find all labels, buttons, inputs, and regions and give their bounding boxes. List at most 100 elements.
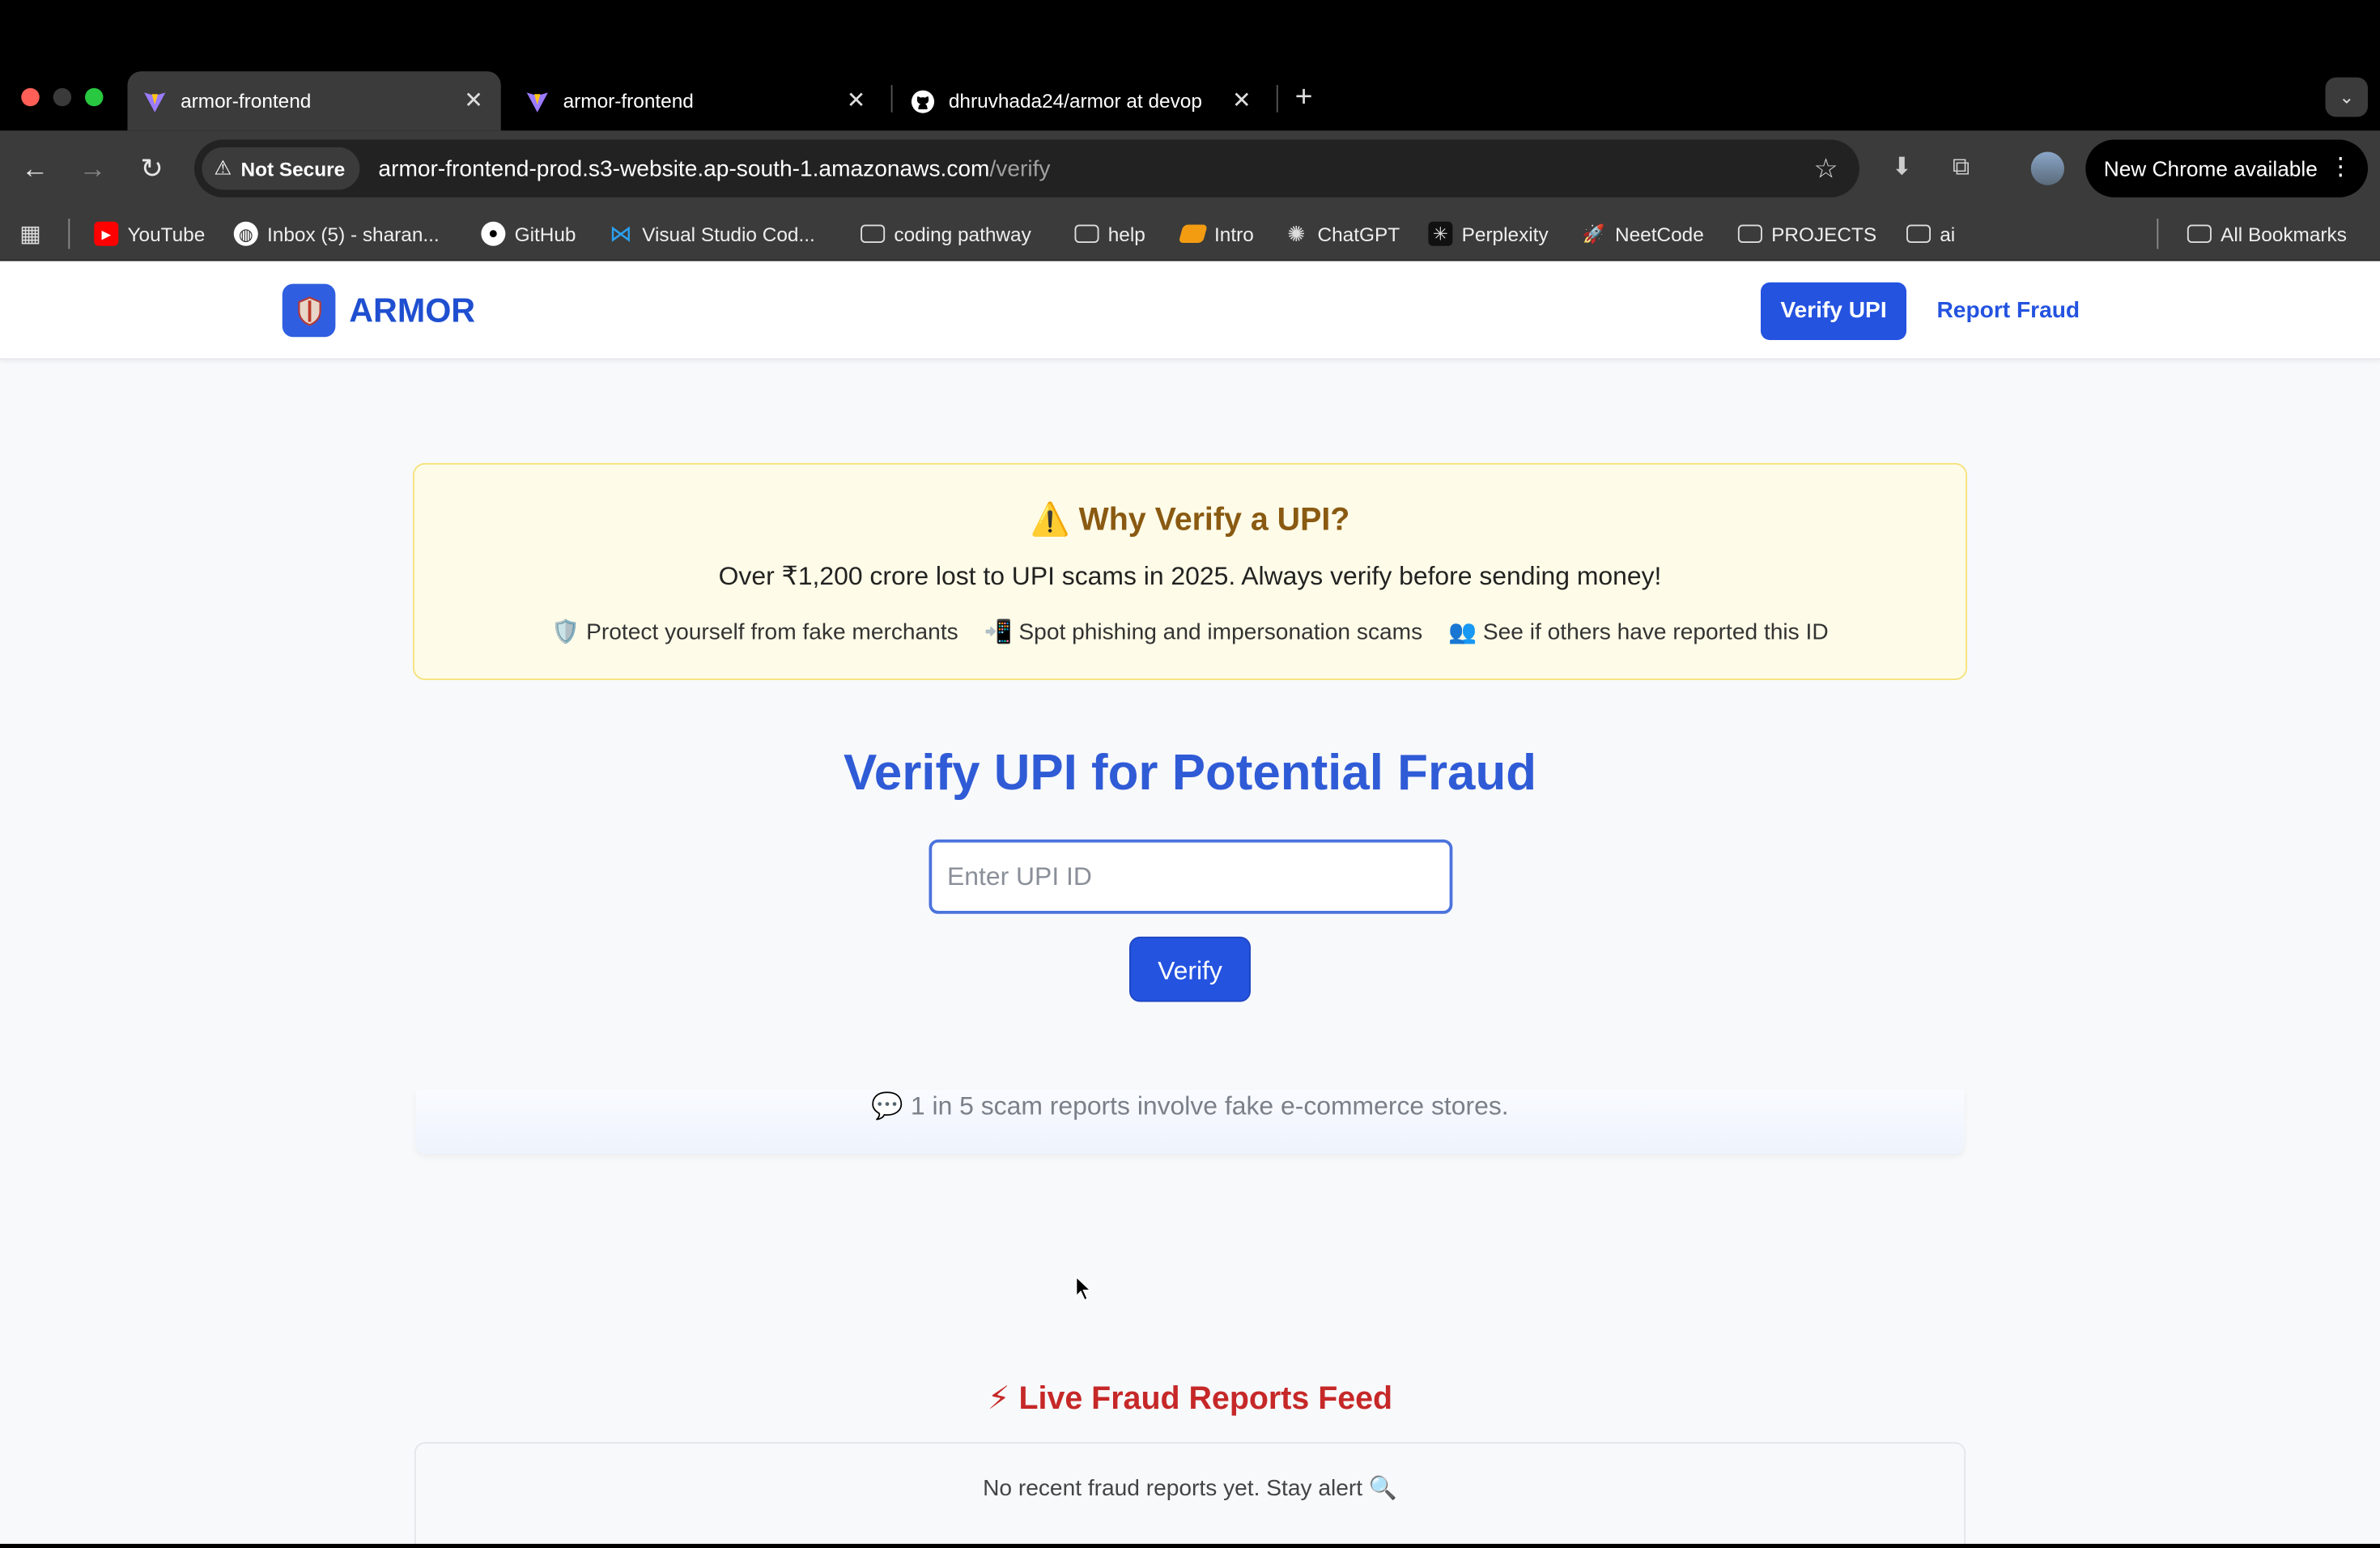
scam-fact-banner: 💬 1 in 5 scam reports involve fake e-com… xyxy=(415,1090,1965,1154)
verify-button[interactable]: Verify xyxy=(1129,936,1251,1002)
site-navbar: ARMOR Verify UPI Report Fraud xyxy=(0,261,2380,360)
tab-github-armor[interactable]: dhruvhada24/armor at devop ✕ xyxy=(895,71,1269,130)
github-icon xyxy=(911,89,935,113)
vite-logo-icon xyxy=(526,91,548,112)
tab-divider xyxy=(890,85,893,113)
browser-toolbar: ← → ↻ ⚠ Not Secure armor-frontend-prod.s… xyxy=(0,130,2380,206)
bookmark-label: Perplexity xyxy=(1461,222,1549,245)
url-text[interactable]: armor-frontend-prod.s3-website.ap-south-… xyxy=(378,155,1050,181)
bookmark-divider xyxy=(68,219,70,249)
bookmark-vscode[interactable]: ⋈ Visual Studio Cod... xyxy=(609,219,815,249)
rocket-icon: 🚀 xyxy=(1582,223,1605,245)
update-label: New Chrome available xyxy=(2103,156,2318,181)
tab-search-chevron-icon[interactable]: ⌄ xyxy=(2325,77,2368,117)
not-secure-chip[interactable]: ⚠ Not Secure xyxy=(202,147,360,190)
bookmark-label: Visual Studio Cod... xyxy=(642,222,815,245)
live-feed-panel: No recent fraud reports yet. Stay alert … xyxy=(414,1442,1966,1548)
benefit-points: 🛡️ Protect yourself from fake merchants … xyxy=(414,618,1966,645)
shield-logo-icon[interactable] xyxy=(282,283,336,338)
kebab-menu-icon[interactable]: ⋮ xyxy=(2328,153,2352,184)
close-window-button[interactable] xyxy=(21,87,40,107)
tab-armor-frontend-active[interactable]: armor-frontend ✕ xyxy=(127,71,501,131)
forward-arrow-icon[interactable]: → xyxy=(76,152,109,185)
bookmark-neetcode[interactable]: 🚀 NeetCode xyxy=(1582,219,1704,249)
back-arrow-icon[interactable]: ← xyxy=(19,152,52,185)
bookmark-inbox[interactable]: ◍ Inbox (5) - sharan... xyxy=(233,219,440,249)
tab-armor-frontend[interactable]: armor-frontend ✕ xyxy=(510,71,883,130)
why-verify-title: ⚠️ Why Verify a UPI? xyxy=(1030,502,1350,538)
vscode-icon: ⋈ xyxy=(609,221,632,248)
maximize-window-button[interactable] xyxy=(85,87,104,107)
bookmark-github[interactable]: ● GitHub xyxy=(481,219,576,249)
bookmark-intro[interactable]: Intro xyxy=(1178,219,1254,249)
vite-logo-icon xyxy=(144,91,166,112)
nav-verify-upi-button[interactable]: Verify UPI xyxy=(1761,282,1906,340)
profile-avatar[interactable] xyxy=(2030,151,2064,185)
tab-strip: armor-frontend ✕ armor-frontend ✕ dhruvh… xyxy=(0,0,2380,131)
live-feed-title: ⚡ Live Fraud Reports Feed xyxy=(987,1381,1393,1417)
bookmark-coding-pathway[interactable]: coding pathway xyxy=(861,219,1031,249)
web-page: ARMOR Verify UPI Report Fraud ⚠️ Why Ver… xyxy=(0,261,2380,1548)
bookmark-perplexity[interactable]: ✳ Perplexity xyxy=(1428,219,1549,249)
bookmark-label: ChatGPT xyxy=(1317,222,1400,245)
bookmark-star-icon[interactable]: ☆ xyxy=(1813,153,1838,184)
folder-icon xyxy=(1737,224,1762,243)
close-tab-icon[interactable]: ✕ xyxy=(844,88,869,113)
bookmark-label: ai xyxy=(1940,222,1956,245)
bookmark-ai[interactable]: ai xyxy=(1906,219,1955,249)
tab-title: dhruvhada24/armor at devop xyxy=(948,89,1202,113)
window-bottom-edge xyxy=(0,1543,2380,1548)
new-tab-plus-icon[interactable]: + xyxy=(1289,82,1320,113)
bookmark-icon xyxy=(1178,224,1208,243)
bookmark-youtube[interactable]: ▶ YouTube xyxy=(94,219,205,249)
bookmark-label: Inbox (5) - sharan... xyxy=(267,222,440,245)
brand-name[interactable]: ARMOR xyxy=(349,291,475,331)
close-tab-icon[interactable]: ✕ xyxy=(1230,88,1254,113)
bookmark-label: YouTube xyxy=(127,222,206,245)
address-bar[interactable]: ⚠ Not Secure armor-frontend-prod.s3-webs… xyxy=(194,139,1859,198)
feed-empty-message: No recent fraud reports yet. Stay alert … xyxy=(983,1475,1397,1502)
url-path: /verify xyxy=(989,155,1051,182)
download-icon[interactable]: ⬇ xyxy=(1885,152,1919,185)
bookmark-chatgpt[interactable]: ✺ ChatGPT xyxy=(1284,219,1400,249)
bookmark-help[interactable]: help xyxy=(1074,219,1145,249)
tab-divider xyxy=(1276,85,1278,113)
reload-icon[interactable]: ↻ xyxy=(135,152,168,185)
folder-icon xyxy=(861,224,886,243)
tab-title: armor-frontend xyxy=(563,89,694,113)
close-tab-icon[interactable]: ✕ xyxy=(461,88,486,113)
bookmark-label: GitHub xyxy=(514,222,576,245)
bookmark-label: NeetCode xyxy=(1615,222,1704,245)
shield-icon xyxy=(297,296,321,325)
extensions-puzzle-icon[interactable]: ⧉ xyxy=(1944,152,1978,185)
nav-report-fraud-link[interactable]: Report Fraud xyxy=(1937,298,2080,324)
tab-title: armor-frontend xyxy=(181,89,312,113)
why-verify-card: ⚠️ Why Verify a UPI? Over ₹1,200 crore l… xyxy=(413,462,1967,680)
apps-grid-icon[interactable]: ▦ xyxy=(19,219,52,249)
chrome-update-button[interactable]: New Chrome available ⋮ xyxy=(2085,139,2368,198)
benefit-protect: 🛡️ Protect yourself from fake merchants xyxy=(551,619,958,645)
chatgpt-icon: ✺ xyxy=(1287,220,1306,245)
all-bookmarks-button[interactable]: All Bookmarks xyxy=(2187,219,2347,249)
security-label: Not Secure xyxy=(240,157,346,181)
benefit-phishing: 📲 Spot phishing and impersonation scams xyxy=(984,619,1423,645)
upi-id-input[interactable] xyxy=(929,839,1453,914)
folder-icon xyxy=(1074,224,1099,243)
minimize-window-button[interactable] xyxy=(53,87,72,107)
bookmarks-bar: ▦ ▶ YouTube ◍ Inbox (5) - sharan... ● GitHu… xyxy=(0,206,2380,262)
bookmark-divider xyxy=(2157,219,2159,249)
url-host: armor-frontend-prod.s3-website.ap-south-… xyxy=(378,155,990,182)
scam-stat-text: Over ₹1,200 crore lost to UPI scams in 2… xyxy=(718,561,1662,591)
bookmark-projects[interactable]: PROJECTS xyxy=(1737,219,1877,249)
verify-heading: Verify UPI for Potential Fraud xyxy=(843,743,1537,801)
bookmark-label: Intro xyxy=(1214,222,1254,245)
benefit-reported: 👥 See if others have reported this ID xyxy=(1448,619,1829,645)
globe-icon: ◍ xyxy=(233,221,258,246)
bookmark-label: PROJECTS xyxy=(1771,222,1877,245)
github-icon: ● xyxy=(481,221,506,246)
youtube-icon: ▶ xyxy=(94,221,119,246)
warning-triangle-icon: ⚠ xyxy=(214,156,232,180)
browser-window: armor-frontend ✕ armor-frontend ✕ dhruvh… xyxy=(0,0,2380,1548)
bookmark-label: coding pathway xyxy=(894,222,1031,245)
bookmark-label: help xyxy=(1107,222,1145,245)
